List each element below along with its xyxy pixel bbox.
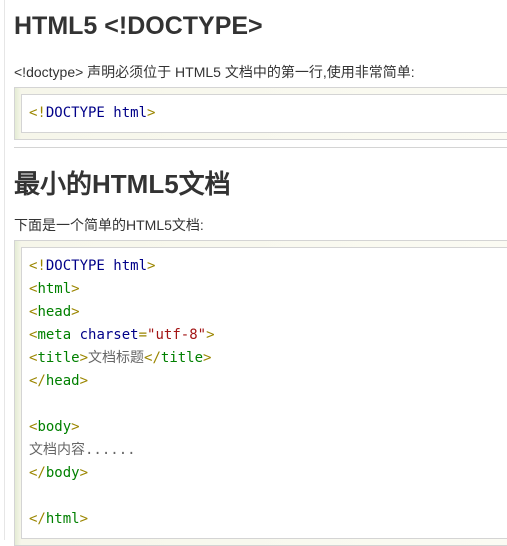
- minimal-document-heading: 最小的HTML5文档: [14, 169, 231, 199]
- code-line: </body>: [29, 462, 507, 485]
- code-line: <!DOCTYPE html>: [29, 102, 507, 125]
- code-line: <body>: [29, 416, 507, 439]
- code-token-br: </: [29, 465, 46, 481]
- code-line: <!DOCTYPE html>: [29, 255, 507, 278]
- code-token-attr: charset: [79, 327, 139, 343]
- code-line: <html>: [29, 278, 507, 301]
- code-token-eq: =: [138, 327, 148, 343]
- doctype-description: <!doctype> 声明必须位于 HTML5 文档中的第一行,使用非常简单:: [14, 64, 415, 80]
- page-left-border: [4, 0, 5, 540]
- code-token-br: >: [147, 105, 156, 121]
- code-token-br: >: [79, 350, 89, 366]
- code-token-br: >: [71, 281, 80, 297]
- doctype-code-example: <!DOCTYPE html>: [14, 87, 507, 140]
- divider: [14, 147, 507, 148]
- code-token-br: </: [144, 350, 161, 366]
- code-line: </html>: [29, 508, 507, 531]
- code-token-tag: html: [37, 281, 72, 297]
- code-block[interactable]: <!DOCTYPE html> <html> <head> <meta charset…: [21, 247, 507, 539]
- code-token-dt: DOCTYPE html: [45, 105, 148, 121]
- code-token-br: <!: [29, 258, 46, 274]
- code-line: <title>文档标题</title>: [29, 347, 507, 370]
- code-token-tag: head: [45, 373, 80, 389]
- code-token-br: >: [147, 258, 156, 274]
- code-line: 文档内容......: [29, 439, 507, 462]
- code-token-br: >: [79, 465, 89, 481]
- code-token-br: >: [79, 511, 89, 527]
- code-token-tag: title: [160, 350, 204, 366]
- code-line: </head>: [29, 370, 507, 393]
- code-token-tag: title: [37, 350, 80, 366]
- code-token-dt: DOCTYPE html: [45, 258, 148, 274]
- code-token-br: </: [29, 373, 46, 389]
- code-token-tag: meta: [37, 327, 80, 343]
- code-token-str: "utf-8": [147, 327, 207, 343]
- minimal-document-code-example: <!DOCTYPE html> <html> <head> <meta charset…: [14, 240, 507, 546]
- code-token-txt: 文档内容......: [29, 442, 136, 458]
- code-token-br: <!: [29, 105, 46, 121]
- code-token-br: >: [203, 350, 212, 366]
- doctype-heading: HTML5 <!DOCTYPE>: [14, 12, 263, 40]
- minimal-document-description: 下面是一个简单的HTML5文档:: [14, 217, 204, 233]
- code-line: <head>: [29, 301, 507, 324]
- code-token-br: </: [29, 511, 46, 527]
- code-token-tag: body: [37, 419, 72, 435]
- code-token-br: >: [79, 373, 89, 389]
- code-token-tag: html: [45, 511, 80, 527]
- code-token-br: >: [71, 419, 80, 435]
- code-line: <meta charset="utf-8">: [29, 324, 507, 347]
- code-token-br: >: [71, 304, 80, 320]
- code-block[interactable]: <!DOCTYPE html>: [21, 94, 507, 133]
- code-token-br: >: [206, 327, 215, 343]
- code-token-tag: body: [45, 465, 80, 481]
- code-token-txt: 文档标题: [88, 350, 145, 366]
- code-token-tag: head: [37, 304, 72, 320]
